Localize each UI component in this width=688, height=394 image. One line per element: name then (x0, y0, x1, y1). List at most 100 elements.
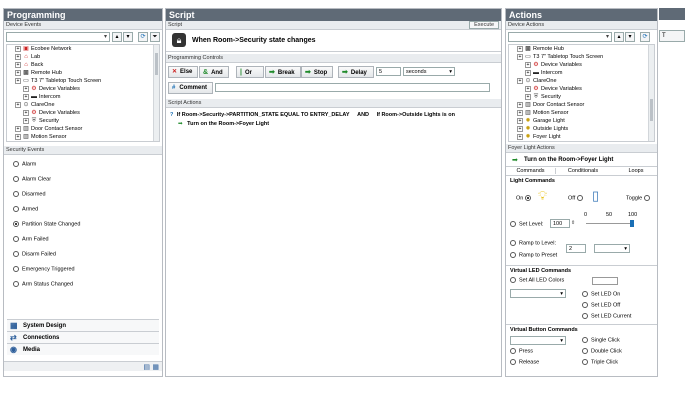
preset-select[interactable]: ▾ (594, 244, 630, 253)
tree-item[interactable]: + ⚙ Device Variables (7, 109, 159, 117)
expand-icon[interactable]: + (517, 45, 523, 52)
device-actions-filter[interactable]: ▾ (508, 32, 612, 42)
set-led-off-option[interactable]: Set LED Off (582, 302, 620, 308)
expand-icon[interactable]: + (15, 45, 21, 52)
expand-icon[interactable]: + (15, 125, 21, 132)
script-line-action[interactable]: ➡ Turn on the Room->Foyer Light (178, 121, 269, 127)
move-down-button[interactable]: ▾ (123, 32, 133, 42)
expand-icon[interactable]: + (517, 109, 523, 116)
set-led-current-radio[interactable] (582, 313, 588, 319)
device-actions-tree[interactable]: + ▩ Remote Hub + ▭ T3 7" Tabletop Touch Scree… (508, 44, 655, 142)
nav-media[interactable]: ◉ Media (7, 343, 159, 355)
on-radio[interactable] (524, 195, 531, 201)
tree-item[interactable]: + ▬ Intercom (509, 69, 654, 77)
tree-item[interactable]: + ▬ Intercom (7, 93, 159, 101)
event-radio[interactable] (13, 281, 19, 287)
refresh-icon[interactable]: ⟳ (640, 32, 650, 42)
expand-icon[interactable]: + (15, 61, 21, 68)
expand-icon[interactable]: + (23, 93, 29, 100)
expand-icon[interactable]: + (15, 133, 21, 140)
delay-value-input[interactable]: 5 (376, 67, 401, 76)
event-radio[interactable] (13, 236, 19, 242)
expand-icon[interactable]: + (23, 109, 29, 116)
event-radio[interactable] (13, 206, 19, 212)
script-line-if[interactable]: ? If Room->Security->PARTITION_STATE EQU… (170, 112, 455, 118)
set-all-led-radio[interactable] (510, 277, 516, 283)
tab-commands[interactable]: Commands (506, 168, 556, 174)
single-click-radio[interactable] (582, 337, 588, 343)
tree-item[interactable]: + ▥ Door Contact Sensor (509, 101, 654, 109)
expand-icon[interactable]: + (525, 69, 531, 76)
ramp-level-option[interactable]: Ramp to Level: (510, 240, 556, 246)
script-actions-list[interactable]: ? If Room->Security->PARTITION_STATE EQU… (166, 108, 501, 138)
tree-item[interactable]: + ✹ Garage Light (509, 117, 654, 125)
set-led-current-option[interactable]: Set LED Current (582, 313, 631, 319)
event-item[interactable]: Alarm Clear (13, 176, 51, 182)
event-item[interactable]: Disarmed (13, 191, 46, 197)
expand-icon[interactable]: + (525, 85, 531, 92)
tree-item[interactable]: + ⛨ Security (7, 117, 159, 125)
tree-item[interactable]: + ⊙ ClareOne (509, 77, 654, 85)
led-select[interactable]: ▾ (510, 289, 566, 298)
tree-item[interactable]: + ✹ Foyer Light (509, 133, 654, 141)
tab-loops[interactable]: Loops (616, 168, 656, 174)
event-radio[interactable] (13, 266, 19, 272)
set-led-off-radio[interactable] (582, 302, 588, 308)
press-option[interactable]: Press (510, 348, 533, 354)
double-click-option[interactable]: Double Click (582, 348, 622, 354)
grid-view-icon[interactable]: ▦ (152, 363, 159, 371)
scrollbar[interactable] (153, 45, 159, 141)
release-option[interactable]: Release (510, 359, 539, 365)
tree-item[interactable]: + ▭ T3 7" Tabletop Touch Screen (7, 77, 159, 85)
device-events-filter[interactable]: ▾ (6, 32, 110, 42)
move-up-button[interactable]: ▴ (614, 32, 624, 42)
move-up-button[interactable]: ▴ (112, 32, 122, 42)
press-radio[interactable] (510, 348, 516, 354)
toggle-radio[interactable] (643, 195, 650, 201)
device-events-tree[interactable]: + ▣ Ecobee Network + ⌂ Lab + ⌂ Back + ▩ Remote Hub +… (6, 44, 160, 142)
expand-icon[interactable]: + (517, 53, 523, 60)
tree-item[interactable]: + ▭ T3 7" Tabletop Touch Screen (509, 53, 654, 61)
tree-item[interactable]: + ⚙ Device Variables (509, 85, 654, 93)
stop-button[interactable]: ➡ Stop (301, 66, 333, 78)
expand-icon[interactable]: + (15, 53, 21, 60)
delay-unit-select[interactable]: seconds ▾ (403, 67, 455, 76)
expand-icon[interactable]: + (15, 77, 21, 84)
expand-icon[interactable]: + (23, 85, 29, 92)
nav-connections[interactable]: ⇄ Connections (7, 331, 159, 343)
comment-input[interactable] (215, 83, 490, 92)
event-radio[interactable] (13, 161, 19, 167)
release-radio[interactable] (510, 359, 516, 365)
tree-item[interactable]: + ⚙ Device Variables (509, 61, 654, 69)
tree-item[interactable]: + ⊙ ClareOne (7, 101, 159, 109)
tree-item[interactable]: + ⌂ Lab (7, 53, 159, 61)
off-option[interactable]: Off (568, 195, 586, 201)
triple-click-option[interactable]: Triple Click (582, 359, 618, 365)
tree-item[interactable]: + ▩ Remote Hub (7, 69, 159, 77)
set-led-on-radio[interactable] (582, 291, 588, 297)
on-option[interactable]: On (516, 195, 534, 201)
tree-item[interactable]: + ▥ Motion Sensor (509, 109, 654, 117)
expand-icon[interactable]: + (517, 125, 523, 132)
comment-button[interactable]: # Comment (168, 82, 213, 94)
or-button[interactable]: | Or (236, 66, 264, 78)
event-radio[interactable] (13, 176, 19, 182)
tree-item[interactable]: + ▥ Motion Sensor (7, 133, 159, 141)
set-level-option[interactable]: Set Level: (510, 221, 543, 227)
event-radio[interactable] (13, 191, 19, 197)
slider-thumb[interactable] (630, 220, 634, 227)
level-slider[interactable]: 0 50 100 (584, 212, 637, 227)
ramp-level-radio[interactable] (510, 240, 516, 246)
move-down-button[interactable]: ▾ (625, 32, 635, 42)
event-radio[interactable] (13, 221, 19, 227)
expand-icon[interactable]: + (23, 117, 29, 124)
expand-icon[interactable]: + (517, 77, 523, 84)
event-item[interactable]: Emergency Triggered (13, 266, 75, 272)
toggle-option[interactable]: Toggle (626, 195, 653, 201)
nav-system-design[interactable]: ▦ System Design (7, 319, 159, 331)
event-radio[interactable] (13, 251, 19, 257)
ramp-preset-option[interactable]: Ramp to Preset (510, 252, 557, 258)
event-item[interactable]: Disarm Failed (13, 251, 56, 257)
set-level-radio[interactable] (510, 221, 516, 227)
event-item[interactable]: Armed (13, 206, 38, 212)
